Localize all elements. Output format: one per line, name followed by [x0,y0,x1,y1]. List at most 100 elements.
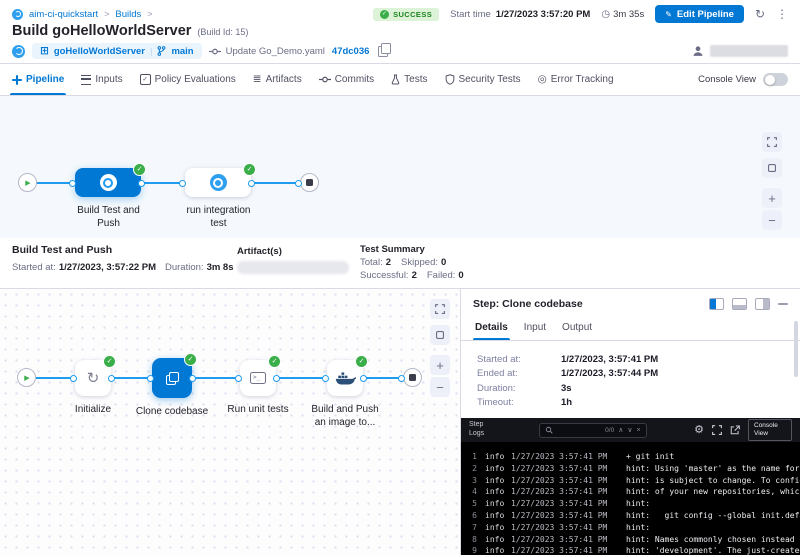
tab-tests[interactable]: Tests [391,64,427,95]
step-node-run-unit-tests[interactable]: >_ ✓ [240,360,276,396]
log-message: + git init [626,451,674,463]
git-branch-icon [157,46,166,56]
console-view-toggle[interactable] [763,73,788,86]
log-message: hint: is subject to change. To configure… [626,475,800,487]
skipped-label: Skipped: [401,257,438,268]
success-check-icon: ✓ [133,163,146,176]
minimize-panel-icon[interactable] [778,303,788,305]
canvas-zoom-out-button[interactable]: − [430,377,450,397]
tab-artifacts[interactable]: ≣ Artifacts [253,64,302,95]
panel-scrollbar[interactable] [794,321,798,377]
more-menu-icon[interactable]: ⋮ [776,8,788,20]
tab-commits[interactable]: Commits [319,64,374,95]
commit-hash-link[interactable]: 47dc036 [332,46,370,57]
log-line-number: 7 [467,522,477,534]
log-search-input[interactable] [557,426,602,435]
copy-icon[interactable] [378,46,388,57]
log-line-number: 3 [467,475,477,487]
open-external-icon[interactable] [730,425,740,435]
pipeline-end-node [300,173,319,192]
step-graph-canvas[interactable]: ▶ ↻ ✓ ✓ >_ ✓ ✓ Init [0,289,460,555]
step-node-clone-codebase[interactable]: ✓ [152,358,192,398]
canvas-fullscreen-button[interactable] [430,299,450,319]
link-dot [398,375,405,382]
success-check-icon: ✓ [103,355,116,368]
page-header: aim-ci-quickstart > Builds > ✓ SUCCESS S… [0,0,800,64]
log-level: info [485,545,509,557]
canvas-zoom-in-button[interactable]: + [762,188,782,208]
tab-pipeline[interactable]: Pipeline [12,64,64,95]
harness-ci-icon [12,45,25,58]
step-node-initialize[interactable]: ↻ ✓ [75,360,111,396]
canvas-fullscreen-button[interactable] [762,132,782,152]
stage-graph-canvas[interactable]: ▶ ✓ ✓ Build Test and Push run integratio… [0,96,800,238]
stage-summary-title: Build Test and Push [12,244,112,256]
step-label[interactable]: Initialize [53,403,133,416]
tab-input[interactable]: Input [524,315,546,340]
console-view-button[interactable]: Console View [748,419,792,440]
execution-end-node [403,368,422,387]
stage-node-run-integration-test[interactable]: ✓ [185,168,251,197]
link-dot [108,375,115,382]
search-match-counter: 0/0 [605,427,614,434]
tab-inputs[interactable]: Inputs [81,64,122,95]
start-time-value: 1/27/2023 3:57:20 PM [496,9,591,20]
skipped-value: 0 [441,257,446,268]
stage-label[interactable]: Build Test and Push [66,204,151,230]
layout-right-split-icon[interactable] [755,298,770,310]
log-timestamp: 1/27/2023 3:57:41 PM [511,522,613,534]
step-node-build-and-push[interactable]: ✓ [327,360,363,396]
play-icon: ▶ [25,179,30,187]
step-label[interactable]: Build and Push an image to... [295,403,395,429]
refresh-icon[interactable]: ↻ [755,8,765,20]
log-search-box[interactable]: 0/0 ∧ ∨ × [539,423,647,438]
initialize-sync-icon: ↻ [87,371,100,386]
tab-policy-evaluations[interactable]: ✓ Policy Evaluations [140,64,236,95]
link-dot [295,180,302,187]
start-time-label: Start time [450,9,491,20]
log-level: info [485,534,509,546]
edit-pipeline-button[interactable]: ✎ Edit Pipeline [655,5,744,23]
success-check-icon: ✓ [243,163,256,176]
log-timestamp: 1/27/2023 3:57:41 PM [511,534,613,546]
log-output[interactable]: 1 info 1/27/2023 3:57:41 PM + git init 2… [461,442,800,557]
stage-node-build-test-and-push[interactable]: ✓ [75,168,141,197]
canvas-zoom-in-button[interactable]: + [430,355,450,375]
step-panel-tabs: Details Input Output [461,315,800,341]
step-details-list: Started at: 1/27/2023, 3:57:41 PM Ended … [461,341,800,410]
layout-bottom-split-icon[interactable] [732,298,747,310]
total-value: 2 [386,257,391,268]
ci-stage-icon [210,174,227,191]
log-timestamp: 1/27/2023 3:57:41 PM [511,475,613,487]
tab-details[interactable]: Details [475,315,508,340]
canvas-zoom-out-button[interactable]: − [762,210,782,230]
canvas-fit-button[interactable] [762,158,782,178]
log-line-number: 6 [467,510,477,522]
step-label[interactable]: Run unit tests [208,403,308,416]
detail-value: 1/27/2023, 3:57:44 PM [561,368,658,379]
search-next-icon[interactable]: ∨ [627,427,632,434]
breadcrumb-project[interactable]: aim-ci-quickstart [29,9,98,20]
console-view-label: Console View [698,74,756,85]
link-dot [360,375,367,382]
tab-error-tracking[interactable]: ◎ Error Tracking [538,64,614,95]
breadcrumb-builds[interactable]: Builds [115,9,141,20]
log-message: hint: [626,522,650,534]
log-message: hint: git config --global init.defaultBr [626,510,800,522]
stage-label[interactable]: run integration test [176,204,261,230]
link-dot [70,375,77,382]
tab-output[interactable]: Output [562,315,592,340]
log-level: info [485,463,509,475]
log-settings-gear-icon[interactable]: ⚙ [694,425,704,436]
total-label: Total: [360,257,383,268]
log-line: 9 info 1/27/2023 3:57:41 PM hint: 'devel… [467,545,800,557]
search-close-icon[interactable]: × [636,427,640,434]
repo-branch-pill[interactable]: ⊞ goHelloWorldServer | main [32,43,202,59]
log-level: info [485,522,509,534]
search-prev-icon[interactable]: ∧ [618,427,623,434]
step-label[interactable]: Clone codebase [122,405,222,418]
log-fullscreen-icon[interactable] [712,425,722,435]
tab-security-tests[interactable]: Security Tests [445,64,521,95]
canvas-fit-button[interactable] [430,325,450,345]
layout-left-split-icon[interactable] [709,298,724,310]
